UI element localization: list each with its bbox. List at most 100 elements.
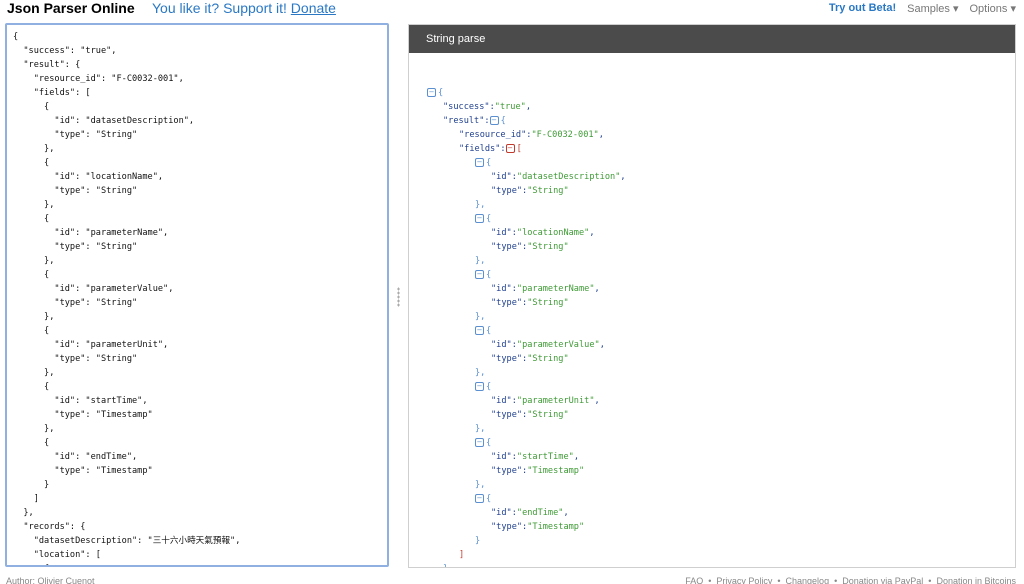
json-input-text[interactable]: { "success": "true", "result": { "resour… xyxy=(7,25,387,565)
tree-value: "String" xyxy=(527,354,569,364)
tree-value: "String" xyxy=(527,298,569,308)
tree-key: "id" xyxy=(491,452,512,462)
collapse-toggle-icon[interactable]: − xyxy=(427,88,436,97)
tree-line: "id":"datasetDescription", xyxy=(491,170,626,184)
tree-key: "type" xyxy=(491,522,523,532)
tree-open-bracket: { xyxy=(486,382,492,392)
tree-value: "Timestamp" xyxy=(527,522,585,532)
tree-close-bracket: }, xyxy=(443,564,453,567)
tree-value: "endTime" xyxy=(516,508,564,518)
tree-key: "fields" xyxy=(459,144,501,154)
tree-line: }, xyxy=(475,422,485,436)
tree-close-bracket: }, xyxy=(475,368,486,378)
collapse-toggle-icon[interactable]: − xyxy=(489,116,499,125)
tree-line: −{ xyxy=(475,380,491,394)
tree-line: "id":"parameterName", xyxy=(491,282,600,296)
tree-line: }, xyxy=(443,562,453,567)
tree-line: "id":"locationName", xyxy=(491,226,595,240)
tree-line: "type":"String" xyxy=(491,352,569,366)
tree-line: "type":"String" xyxy=(491,184,569,198)
tree-close-bracket: }, xyxy=(475,200,486,210)
try-beta-link[interactable]: Try out Beta! xyxy=(829,2,896,15)
tree-line: "success":"true", xyxy=(443,100,531,114)
support-text: You like it? Support it! xyxy=(152,0,287,16)
top-nav: Try out Beta! Samples ▾ Options ▾ xyxy=(829,2,1016,15)
tree-close-bracket: }, xyxy=(475,256,486,266)
tree-key: "type" xyxy=(491,298,523,308)
tree-open-bracket: { xyxy=(486,494,492,504)
footer-link[interactable]: Privacy Policy xyxy=(716,576,772,584)
tree-line: "type":"Timestamp" xyxy=(491,464,584,478)
tree-open-bracket: { xyxy=(486,438,492,448)
tree-close-bracket: } xyxy=(475,536,481,546)
footer-link[interactable]: Donation via PayPal xyxy=(842,576,923,584)
options-menu[interactable]: Options ▾ xyxy=(970,2,1017,15)
tree-value: "startTime" xyxy=(516,452,574,462)
tree-line: −{ xyxy=(475,268,491,282)
footer-link[interactable]: Changelog xyxy=(786,576,830,584)
tree-value: "Timestamp" xyxy=(527,466,585,476)
tree-open-bracket: { xyxy=(438,88,444,98)
app-title: Json Parser Online xyxy=(7,0,135,16)
tree-key: "resource_id" xyxy=(459,130,527,140)
tree-line: ] xyxy=(459,548,464,562)
collapse-toggle-icon[interactable]: − xyxy=(475,158,484,167)
top-bar: Json Parser Online You like it? Support … xyxy=(0,0,1024,20)
collapse-toggle-icon[interactable]: − xyxy=(475,382,484,391)
tab-string-parse[interactable]: String parse xyxy=(409,25,1015,53)
collapse-toggle-icon[interactable]: − xyxy=(475,494,484,503)
tree-line: }, xyxy=(475,198,485,212)
collapse-toggle-icon[interactable]: − xyxy=(475,214,484,223)
tree-key: "success" xyxy=(443,102,490,112)
footer-separator: • xyxy=(708,576,712,584)
tree-line: }, xyxy=(475,366,485,380)
collapse-toggle-icon[interactable]: − xyxy=(505,144,515,153)
tree-line: "type":"String" xyxy=(491,296,569,310)
tree-open-bracket: { xyxy=(486,270,492,280)
tree-key: "id" xyxy=(491,508,512,518)
tree-line: "resource_id":"F-C0032-001", xyxy=(459,128,604,142)
tree-open-bracket: { xyxy=(486,326,492,336)
panel-splitter-handle[interactable] xyxy=(397,287,400,307)
tree-open-bracket: { xyxy=(486,214,492,224)
tree-punct: , xyxy=(599,340,605,350)
tree-key: "type" xyxy=(491,354,523,364)
samples-menu[interactable]: Samples ▾ xyxy=(907,2,958,15)
tree-line: "id":"parameterValue", xyxy=(491,338,605,352)
tree-open-bracket: [ xyxy=(516,144,522,154)
tree-line: }, xyxy=(475,478,485,492)
tree-punct: , xyxy=(589,228,595,238)
footer-separator: • xyxy=(928,576,932,584)
tree-key: "type" xyxy=(491,242,523,252)
tree-close-bracket: }, xyxy=(475,480,486,490)
tree-key: "type" xyxy=(491,410,523,420)
collapse-toggle-icon[interactable]: − xyxy=(475,438,484,447)
tree-line: "result": −{ xyxy=(443,114,506,128)
footer: Author: Olivier Cuenot FAQ • Privacy Polic… xyxy=(0,576,1024,584)
tree-line: "type":"String" xyxy=(491,240,569,254)
tree-value: "parameterName" xyxy=(516,284,595,294)
tree-line: "type":"String" xyxy=(491,408,569,422)
tree-value: "String" xyxy=(527,410,569,420)
tree-close-bracket: ] xyxy=(459,550,465,560)
tree-value: "true" xyxy=(494,102,526,112)
tree-value: "String" xyxy=(527,242,569,252)
tree-punct: , xyxy=(598,130,604,140)
tree-punct: , xyxy=(525,102,531,112)
tree-punct: , xyxy=(620,172,626,182)
json-input-editor[interactable]: { "success": "true", "result": { "resour… xyxy=(5,23,389,567)
tree-line: "type":"Timestamp" xyxy=(491,520,584,534)
tree-value: "F-C0032-001" xyxy=(531,130,599,140)
footer-separator: • xyxy=(777,576,781,584)
tree-line: −{ xyxy=(427,86,443,100)
tree-value: "String" xyxy=(527,186,569,196)
tree-key: "id" xyxy=(491,172,512,182)
tree-value: "parameterUnit" xyxy=(516,396,595,406)
footer-link[interactable]: Donation in Bitcoins xyxy=(936,576,1016,584)
donate-link[interactable]: Donate xyxy=(291,0,336,16)
footer-link[interactable]: FAQ xyxy=(685,576,703,584)
tree-value: "parameterValue" xyxy=(516,340,600,350)
collapse-toggle-icon[interactable]: − xyxy=(475,326,484,335)
collapse-toggle-icon[interactable]: − xyxy=(475,270,484,279)
tree-punct: , xyxy=(594,396,600,406)
